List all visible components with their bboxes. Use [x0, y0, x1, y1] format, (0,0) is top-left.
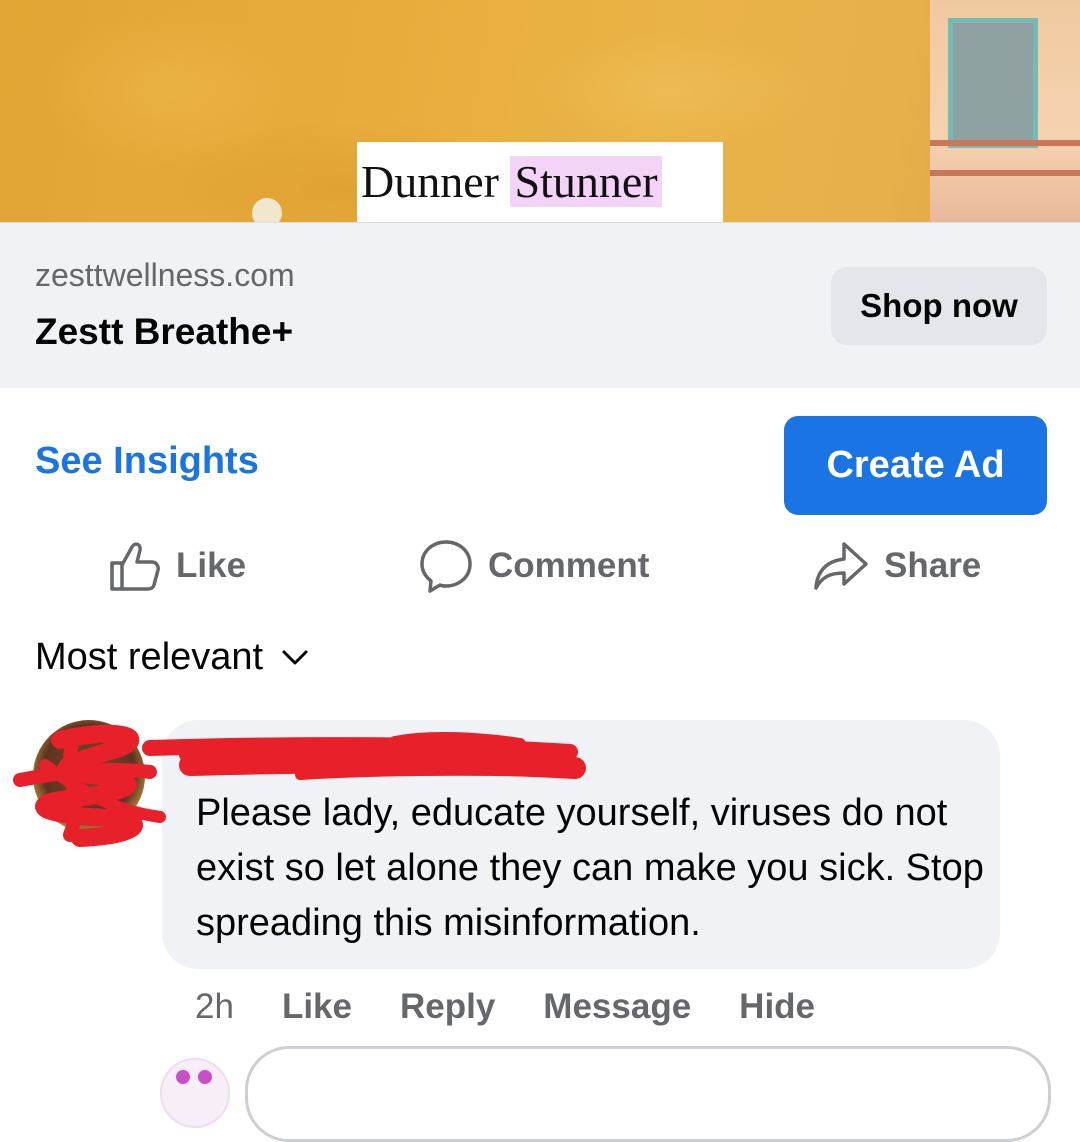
commenter-avatar[interactable]	[33, 720, 145, 832]
see-insights-link[interactable]: See Insights	[35, 440, 259, 483]
comment-bubble-icon	[420, 540, 472, 593]
link-preview[interactable]: zesttwellness.com Zestt Breathe+ Shop no…	[0, 222, 1080, 388]
shirt-button	[252, 198, 282, 222]
share-button[interactable]: Share	[812, 535, 981, 597]
create-ad-button[interactable]: Create Ad	[784, 416, 1047, 515]
balcony-rail	[930, 140, 1080, 146]
like-button[interactable]: Like	[108, 535, 246, 597]
balcony-rail	[930, 170, 1080, 176]
comment-label: Comment	[488, 546, 650, 585]
comment-sort-dropdown[interactable]: Most relevant	[35, 636, 309, 679]
like-label: Like	[176, 546, 247, 585]
comment-hide-link[interactable]: Hide	[739, 987, 815, 1027]
link-domain: zesttwellness.com	[35, 257, 295, 293]
comment-timestamp[interactable]: 2h	[195, 987, 234, 1027]
share-label: Share	[884, 546, 982, 585]
background-window	[930, 0, 1080, 222]
ad-image[interactable]: Dunner Stunner	[0, 0, 1080, 222]
video-caption: Dunner Stunner	[357, 142, 723, 222]
shop-now-button[interactable]: Shop now	[831, 267, 1047, 345]
comment-bubble: Karin H Please lady, educate yourself, v…	[162, 720, 1000, 969]
page-avatar[interactable]	[160, 1058, 230, 1128]
sort-label: Most relevant	[35, 636, 264, 678]
shirt-highlight	[520, 30, 820, 150]
avatar-petal	[198, 1070, 212, 1084]
comment-author[interactable]: Karin H	[196, 740, 303, 774]
comment-like-link[interactable]: Like	[282, 987, 352, 1027]
caption-highlighted-word: Stunner	[510, 156, 662, 207]
comment-button[interactable]: Comment	[418, 535, 649, 597]
chevron-down-icon	[282, 650, 308, 664]
caption-word: Dunner	[361, 156, 499, 207]
write-comment-input[interactable]	[245, 1046, 1051, 1142]
link-title: Zestt Breathe+	[35, 311, 294, 352]
window-frame	[948, 18, 1038, 148]
avatar-petal	[176, 1070, 190, 1084]
comment-text: Please lady, educate yourself, viruses d…	[196, 792, 984, 944]
thumbs-up-icon	[110, 542, 160, 591]
comment-reply-link[interactable]: Reply	[400, 987, 495, 1027]
share-arrow-icon	[814, 542, 868, 590]
comment-message-link[interactable]: Message	[543, 987, 691, 1027]
comment-actions: 2h Like Reply Message Hide	[195, 982, 863, 1032]
